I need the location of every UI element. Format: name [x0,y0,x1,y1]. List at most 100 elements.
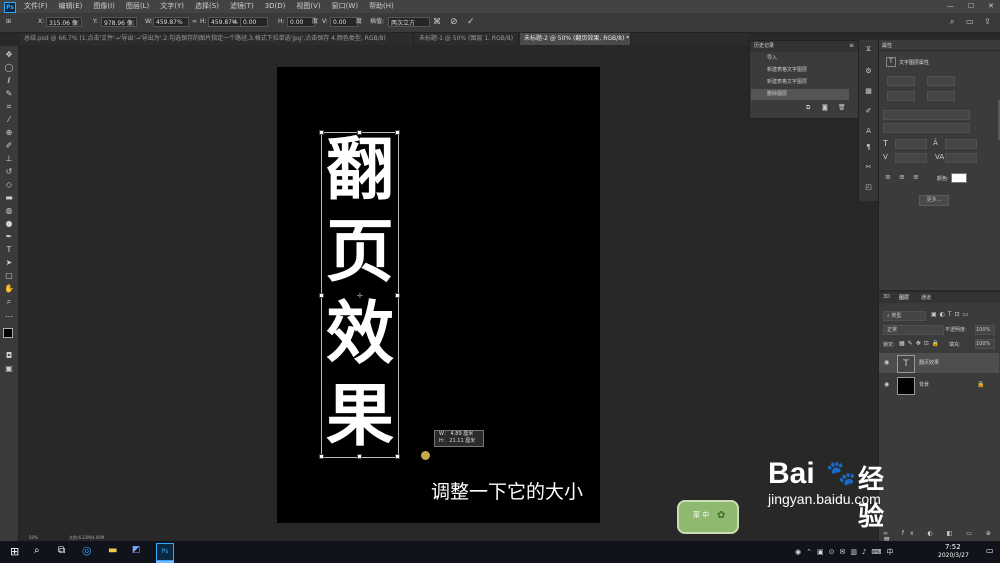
camera-icon[interactable]: ◙ [822,104,828,111]
type-tool-icon[interactable]: T [3,245,15,255]
app-icon[interactable]: ◩ [132,545,141,555]
handle-top[interactable] [357,130,362,135]
font-style-select[interactable] [883,123,970,133]
hskew-input[interactable] [287,17,315,27]
marquee-tool-icon[interactable]: ◯ [3,63,15,73]
handle-top-left[interactable] [319,130,324,135]
brush-panel-icon[interactable]: ✐ [863,106,874,116]
menu-help[interactable]: 帮助(H) [369,0,394,13]
visibility-eye-icon[interactable]: ◉ [884,353,889,373]
properties-tab[interactable]: 属性 [882,42,892,49]
font-family-select[interactable] [883,110,970,120]
tab-summary[interactable]: 总结.psd @ 66.7% (1.点击'文件'→'导出'→'导出为',2.勾选… [20,33,414,45]
menu-3d[interactable]: 3D(D) [265,0,286,13]
stamp-tool-icon[interactable]: ⊥ [3,154,15,164]
screen-mode-icon[interactable]: ▣ [3,364,15,374]
y-field[interactable] [927,91,955,101]
handle-top-right[interactable] [395,130,400,135]
blur-tool-icon[interactable]: ◍ [3,206,15,216]
maximize-icon[interactable]: ☐ [968,0,974,13]
notification-icon[interactable]: ▭ [986,546,994,555]
quick-select-icon[interactable]: ✎ [3,89,15,99]
adjust-icon[interactable]: ⚙ [863,66,874,76]
x-input[interactable] [46,17,82,27]
tab-channels[interactable]: 通道 [921,294,931,301]
font-size-field[interactable] [895,139,927,149]
share-icon[interactable]: ⇪ [984,17,991,27]
more-tools-icon[interactable]: … [3,310,15,320]
search-icon[interactable]: ⌕ [34,545,40,556]
menu-edit[interactable]: 编辑(E) [59,0,83,13]
layer-filter-select[interactable]: ⌕ 类型 [883,311,926,321]
minimize-icon[interactable]: — [947,0,954,13]
tab-untitled-2[interactable]: 未标题-2 @ 50% (翻页效果, RGB/8) * [520,33,631,45]
handle-right[interactable] [395,293,400,298]
quick-mask-icon[interactable]: ◘ [3,351,15,361]
dodge-tool-icon[interactable]: ● [3,219,15,229]
blend-mode-select[interactable]: 正常 [883,325,944,335]
hand-tool-icon[interactable]: ✋ [3,284,15,294]
healing-brush-icon[interactable]: ⊕ [3,128,15,138]
file-explorer-icon[interactable]: ▬ [108,545,117,556]
workspace-icon[interactable]: ▭ [966,17,974,27]
eraser-tool-icon[interactable]: ◇ [3,180,15,190]
handle-left[interactable] [319,293,324,298]
browser-icon[interactable]: ◎ [82,544,92,557]
snapshot-doc-icon[interactable]: ⧉ [806,104,810,112]
history-row[interactable]: 新建表格文字图层 [751,65,849,76]
shape-tool-icon[interactable]: ▢ [3,271,15,281]
y-input[interactable] [101,17,137,27]
fill-field[interactable]: 100% [975,339,995,349]
lock-icons[interactable]: ▦✎✥⊡🔒 [899,340,942,347]
foreground-color-icon[interactable] [3,328,13,338]
navigator-icon[interactable]: ◰ [863,182,874,192]
history-brush-icon[interactable]: ↺ [3,167,15,177]
cancel-transform-icon[interactable]: ⊘ [450,17,458,27]
x-field[interactable] [887,91,915,101]
tab-untitled-1[interactable]: 未标题-1 @ 50% (图层 1, RGB/8) [415,33,519,45]
w-field[interactable] [887,76,915,86]
lasso-tool-icon[interactable]: ℓ [3,76,15,86]
menu-layer[interactable]: 图层(L) [126,0,149,13]
swatches-icon[interactable]: ▦ [863,86,874,96]
menu-filter[interactable]: 滤镜(T) [230,0,254,13]
vskew-input[interactable] [330,17,358,27]
history-panel-icon[interactable]: ⧖ [863,44,874,54]
windows-start-icon[interactable]: ⊞ [10,545,19,558]
commit-transform-icon[interactable]: ✓ [467,17,475,27]
align-center-icon[interactable]: ≡ [899,173,905,181]
handle-bottom-right[interactable] [395,454,400,459]
menu-file[interactable]: 文件(F) [24,0,48,13]
tracking-field[interactable] [945,153,977,163]
interp-select[interactable] [388,17,430,27]
leading-field[interactable] [945,139,977,149]
move-tool-icon[interactable]: ✥ [3,50,15,60]
text-color-swatch[interactable] [951,173,967,183]
path-select-icon[interactable]: ➤ [3,258,15,268]
menu-type[interactable]: 文字(Y) [160,0,184,13]
handle-bottom-left[interactable] [319,454,324,459]
w-input[interactable] [153,17,189,27]
tools-preset-icon[interactable]: ✂ [863,162,874,172]
tab-3d[interactable]: 3D [883,294,890,300]
eyedropper-icon[interactable]: ⁄ [3,115,15,125]
tab-layers[interactable]: 图层 [899,294,909,301]
transform-tool-icon[interactable]: ⊞ [6,17,11,27]
brush-tool-icon[interactable]: ✐ [3,141,15,151]
clock-date[interactable]: 2020/3/27 [938,552,969,559]
layer-row-background[interactable]: ◉ 背景 🔒 [879,375,999,395]
rotate-input[interactable] [240,17,268,27]
filter-icons[interactable]: ▣◐T⊡▭ [931,311,971,318]
history-row-selected[interactable]: 删除图层 [751,89,849,100]
search-icon[interactable]: ⌕ [950,17,954,27]
character-panel-icon[interactable]: A [863,126,874,136]
visibility-eye-icon[interactable]: ◉ [884,375,889,395]
task-view-icon[interactable]: ⧉ [58,545,65,556]
link-icon[interactable]: ∞ [192,17,197,27]
warp-icon[interactable]: ⌘ [433,17,441,27]
paragraph-panel-icon[interactable]: ¶ [863,142,874,152]
menu-view[interactable]: 视图(V) [296,0,320,13]
pen-tool-icon[interactable]: ✒ [3,232,15,242]
history-row[interactable]: 导入 [751,53,849,64]
clock-time[interactable]: 7:52 [945,543,961,551]
